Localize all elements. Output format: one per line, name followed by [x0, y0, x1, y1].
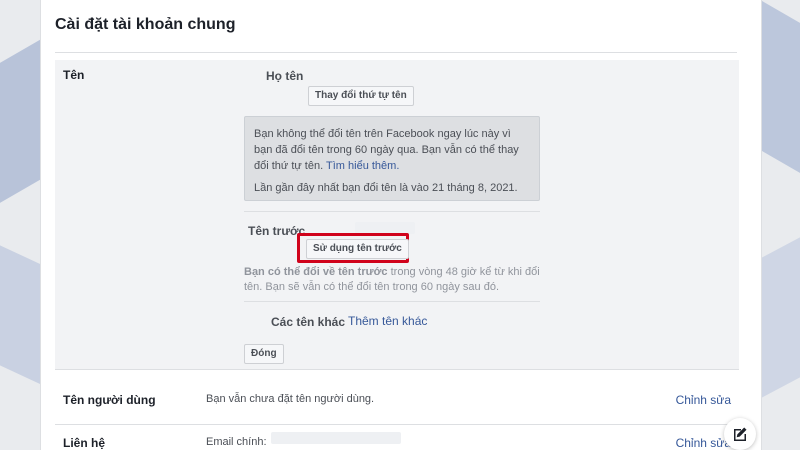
background-shape — [760, 0, 800, 191]
add-other-name-link[interactable]: Thêm tên khác — [348, 314, 427, 328]
username-value: Bạn vẫn chưa đặt tên người dùng. — [206, 393, 375, 405]
edit-icon — [734, 427, 747, 441]
divider — [244, 301, 540, 302]
reorder-name-button[interactable]: Thay đổi thứ tự tên — [308, 86, 414, 106]
username-row: Tên người dùng Bạn vẫn chưa đặt tên ngườ… — [55, 380, 739, 425]
learn-more-link[interactable]: Tìm hiểu thêm. — [326, 160, 399, 172]
name-change-notice: Bạn không thể đổi tên trên Facebook ngay… — [244, 116, 540, 201]
name-section-label: Tên — [63, 68, 85, 82]
contact-value: Email chính: — [206, 436, 267, 448]
previous-name-hint: Bạn có thể đổi về tên trước trong vòng 4… — [244, 265, 544, 295]
settings-panel: Cài đặt tài khoản chung Tên Họ tên Thay … — [40, 0, 762, 450]
redacted-email — [271, 432, 401, 444]
contact-edit-link[interactable]: Chỉnh sửa — [676, 436, 731, 450]
background-shape — [760, 221, 800, 399]
username-edit-link[interactable]: Chỉnh sửa — [676, 393, 731, 407]
name-section: Tên Họ tên Thay đổi thứ tự tên Bạn không… — [55, 60, 739, 370]
username-label: Tên người dùng — [63, 393, 156, 407]
hint-bold: Bạn có thể đổi về tên trước — [244, 266, 388, 278]
other-names-label: Các tên khác — [271, 315, 346, 329]
page-title: Cài đặt tài khoản chung — [55, 16, 236, 33]
compose-button[interactable] — [724, 418, 756, 450]
close-button[interactable]: Đóng — [244, 344, 284, 364]
full-name-label: Họ tên — [266, 69, 304, 83]
last-change-text: Lần gần đây nhất bạn đổi tên là vào 21 t… — [254, 182, 518, 194]
contact-label: Liên hệ — [63, 436, 106, 450]
title-divider — [55, 52, 737, 53]
divider — [244, 211, 540, 212]
use-previous-name-button[interactable]: Sử dụng tên trước — [306, 239, 409, 259]
